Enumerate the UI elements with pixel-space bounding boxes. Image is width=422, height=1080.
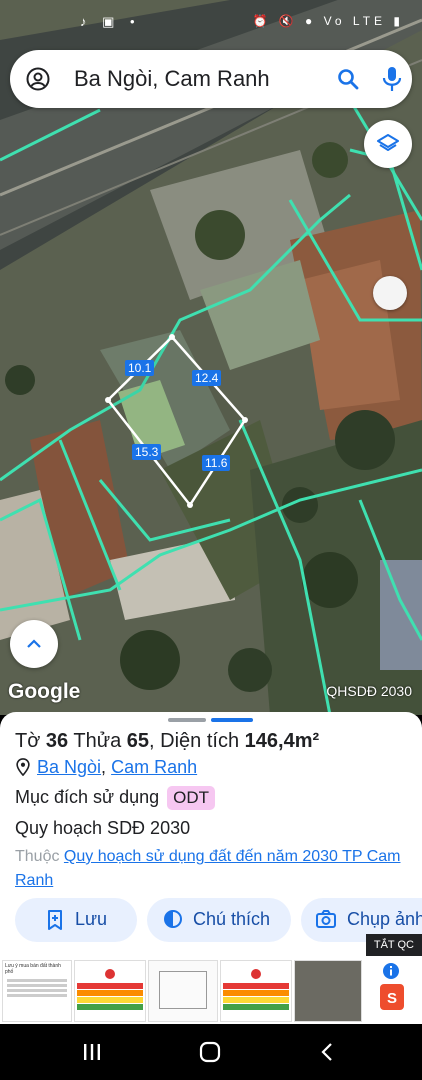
sheet-page-indicator (211, 718, 253, 722)
chevron-up-icon (27, 639, 41, 648)
shopee-logo-icon: S (380, 984, 404, 1010)
sheet-prefix: Tờ (15, 730, 41, 752)
recent-apps-icon[interactable] (82, 1042, 102, 1062)
sheet-number: 36 (45, 730, 69, 752)
ad-thumbnail-2[interactable] (74, 960, 146, 1022)
save-label: Lưu (75, 909, 108, 929)
search-query[interactable]: Ba Ngòi, Cam Ranh (74, 66, 270, 92)
ad-thumbnail-3[interactable] (148, 960, 218, 1022)
parcel-title: Tờ 36 Thửa 65, Diện tích 146,4m² (15, 730, 319, 753)
action-buttons: Lưu Chú thích Chụp ảnh (15, 898, 422, 942)
mic-icon[interactable] (380, 65, 404, 93)
camera-icon (316, 910, 336, 928)
home-icon[interactable] (199, 1041, 221, 1063)
area-value: 146,4m² (244, 730, 320, 752)
ad-thumbnail-1[interactable]: Lưu ý mua bán đất thành phố (2, 960, 72, 1022)
layer-name-label: QHSDĐ 2030 (326, 683, 412, 699)
search-bar[interactable]: Ba Ngòi, Cam Ranh (10, 50, 412, 108)
bookmark-add-icon (48, 910, 62, 930)
parcel-location: Ba Ngòi, Cam Ranh (15, 757, 197, 778)
legend-button[interactable]: Chú thích (147, 898, 291, 942)
capture-label: Chụp ảnh (347, 909, 422, 929)
plot-prefix: Thửa (73, 730, 122, 752)
system-nav-bar (0, 1024, 422, 1080)
notification-icons: ♪ ▣ • (80, 14, 141, 29)
location-separator: , (101, 757, 107, 777)
belongs-label: Thuộc (15, 848, 60, 865)
planning-link[interactable]: Quy hoạch sử dụng đất đến năm 2030 TP Ca… (15, 848, 400, 889)
measure-left: 15.3 (132, 444, 162, 460)
measure-right: 12.4 (192, 370, 222, 386)
close-ad-button[interactable]: TẮT QC (365, 934, 422, 956)
system-icons: ⏰ 🔇 ● Vo LTE ▮ (252, 14, 404, 28)
purpose-badge: ODT (167, 786, 216, 810)
legend-label: Chú thích (193, 909, 271, 929)
belongs-to: Thuộc Quy hoạch sử dụng đất đến năm 2030… (15, 845, 410, 893)
sheet-handle[interactable] (168, 718, 206, 722)
ad-thumbnail-5[interactable] (294, 960, 362, 1022)
back-icon[interactable] (318, 1042, 338, 1062)
measure-top: 10.1 (125, 360, 155, 376)
search-icon[interactable] (336, 67, 360, 91)
layers-icon (377, 134, 399, 151)
ad-thumbnail-4[interactable] (220, 960, 292, 1022)
google-logo: Google (8, 680, 81, 703)
planning-label: Quy hoạch SDĐ 2030 (15, 818, 191, 838)
expand-up-button[interactable] (10, 620, 58, 668)
contrast-icon (164, 910, 182, 928)
measure-bottom: 11.6 (202, 455, 231, 471)
plot-number: 65 (126, 730, 150, 752)
location-link-ward[interactable]: Ba Ngòi (37, 757, 101, 777)
parcel-info-sheet[interactable]: Tờ 36 Thửa 65, Diện tích 146,4m² Ba Ngòi… (0, 712, 422, 948)
location-link-city[interactable]: Cam Ranh (111, 757, 197, 777)
ad-info-icon[interactable] (382, 962, 402, 982)
opacity-slider-handle[interactable] (373, 276, 407, 310)
account-icon[interactable] (26, 67, 50, 91)
ad-banner[interactable]: TẮT QC Lưu ý mua bán đất thành phố S (0, 934, 422, 1024)
svg-text:S: S (387, 990, 397, 1007)
layers-button[interactable] (364, 120, 412, 168)
save-button[interactable]: Lưu (15, 898, 137, 942)
ad-thumb-title: Lưu ý mua bán đất thành phố (5, 963, 61, 975)
status-bar: ♪ ▣ • ⏰ 🔇 ● Vo LTE ▮ (0, 0, 422, 44)
location-pin-icon (16, 758, 30, 776)
area-prefix: , Diện tích (149, 730, 240, 752)
purpose-label: Mục đích sử dụng (15, 787, 160, 807)
land-use-purpose: Mục đích sử dụng ODT (15, 786, 216, 810)
